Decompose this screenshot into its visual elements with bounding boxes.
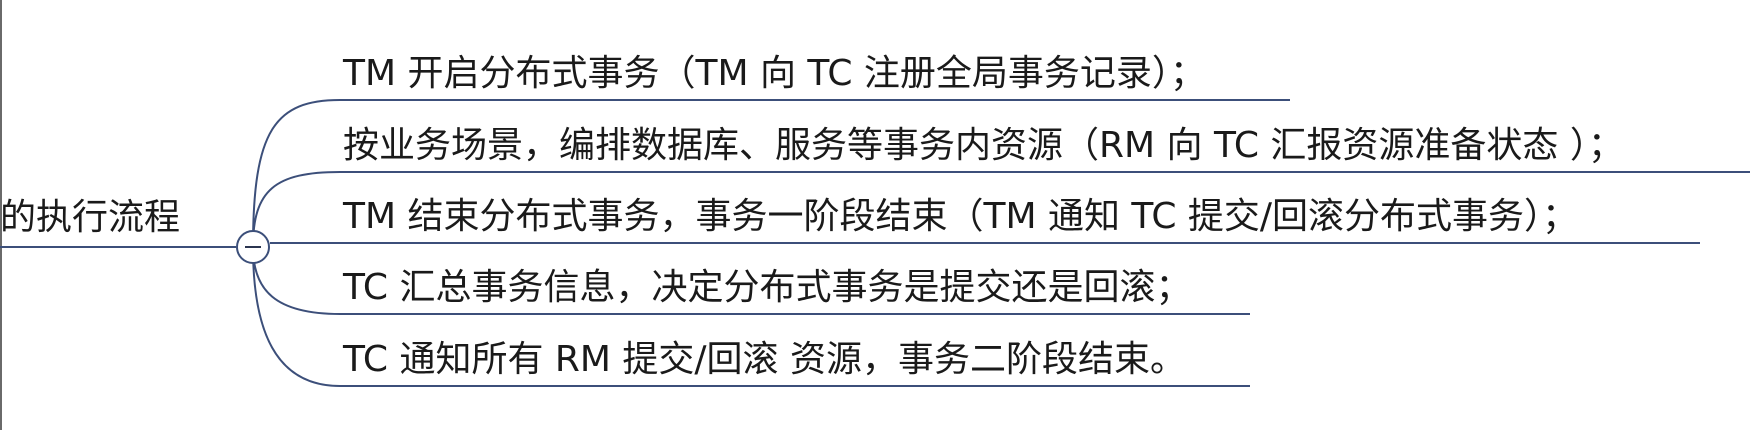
minus-glyph — [245, 246, 261, 248]
child-node-5[interactable]: TC 通知所有 RM 提交/回滚 资源，事务二阶段结束。 — [343, 340, 1186, 380]
collapse-minus-icon[interactable] — [236, 230, 270, 264]
branch-curve-1 — [252, 99, 341, 248]
child-node-1[interactable]: TM 开启分布式事务（TM 向 TC 注册全局事务记录）； — [343, 54, 1206, 94]
child-node-3[interactable]: TM 结束分布式事务，事务一阶段结束（TM 通知 TC 提交/回滚分布式事务）； — [343, 197, 1578, 237]
branch-curve-5 — [252, 246, 341, 387]
root-node-label[interactable]: 的执行流程 — [0, 198, 180, 238]
child-node-4[interactable]: TC 汇总事务信息，决定分布式事务是提交还是回滚； — [343, 268, 1191, 308]
child-node-2[interactable]: 按业务场景，编排数据库、服务等事务内资源（RM 向 TC 汇报资源准备状态 ）； — [343, 126, 1624, 166]
